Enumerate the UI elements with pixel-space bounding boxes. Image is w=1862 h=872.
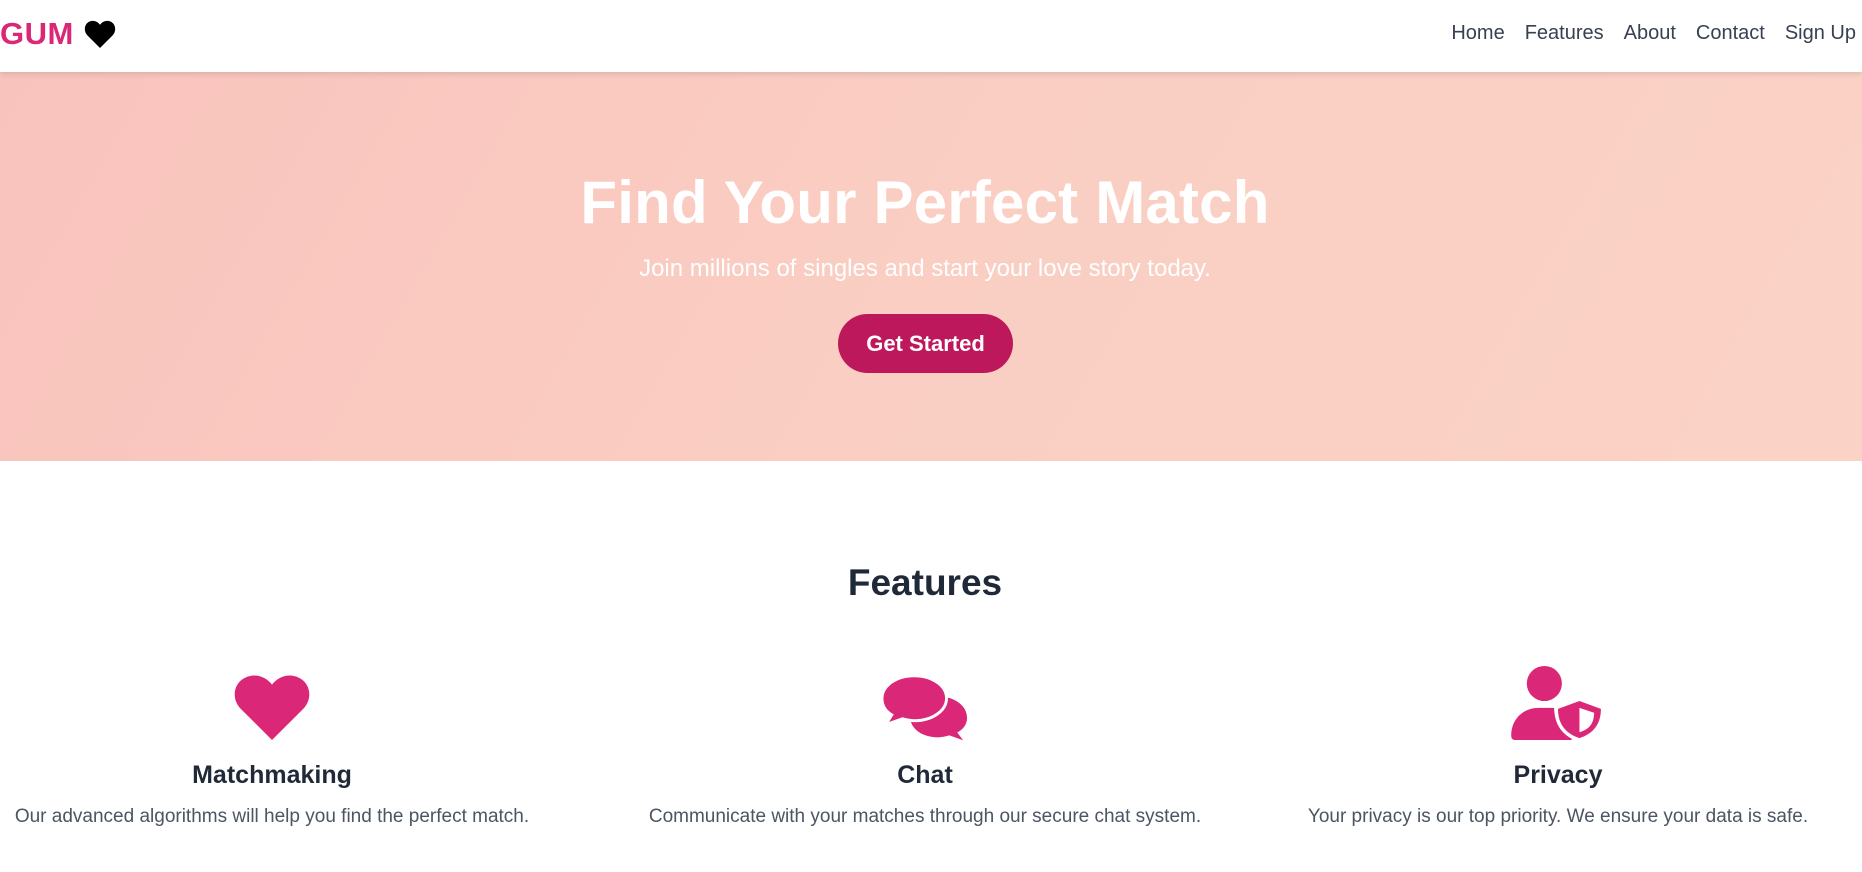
nav-features[interactable]: Features — [1525, 22, 1604, 45]
feature-title: Chat — [897, 761, 953, 789]
top-navbar: GUM Home Features About Contact Sign Up — [0, 0, 1862, 72]
nav-sign-up[interactable]: Sign Up — [1785, 22, 1856, 45]
features-heading: Features — [847, 562, 1003, 603]
feature-title: Privacy — [1513, 761, 1603, 789]
nav-about[interactable]: About — [1624, 22, 1676, 45]
hero-subtitle: Join millions of singles and start your … — [639, 255, 1211, 282]
feature-description: Communicate with your matches through ou… — [648, 806, 1202, 827]
get-started-button[interactable]: Get Started — [838, 314, 1013, 373]
heart-icon — [84, 19, 116, 49]
main-nav: Home Features About Contact Sign Up — [1431, 0, 1856, 66]
heart-icon — [0, 664, 582, 742]
feature-description: Our advanced algorithms will help you fi… — [14, 806, 530, 827]
brand-logo[interactable]: GUM — [0, 14, 116, 54]
brand-name: GUM — [0, 16, 74, 51]
user-shield-icon — [1248, 664, 1862, 742]
feature-title: Matchmaking — [192, 761, 352, 789]
feature-card-chat: Chat Communicate with your matches throu… — [615, 664, 1235, 828]
feature-description: Your privacy is our top priority. We ens… — [1307, 806, 1809, 827]
feature-card-privacy: Privacy Your privacy is our top priority… — [1248, 664, 1862, 828]
chat-bubbles-icon — [615, 664, 1235, 742]
feature-card-matchmaking: Matchmaking Our advanced algorithms will… — [0, 664, 582, 828]
nav-home[interactable]: Home — [1451, 22, 1504, 45]
hero-title: Find Your Perfect Match — [580, 169, 1270, 236]
hero-section: Find Your Perfect Match Join millions of… — [0, 72, 1862, 461]
nav-contact[interactable]: Contact — [1696, 22, 1765, 45]
